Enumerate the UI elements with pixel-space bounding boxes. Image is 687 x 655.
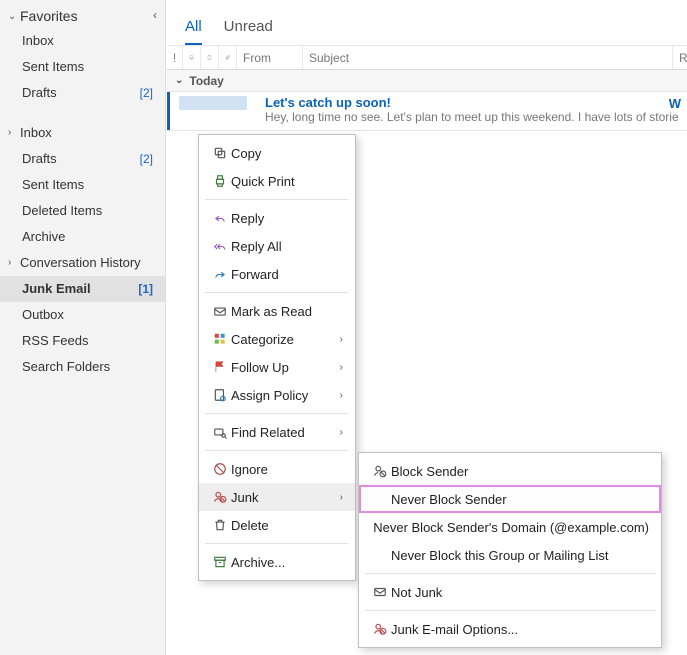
- context-menu-message: Copy Quick Print Reply Reply All Forward…: [198, 134, 356, 581]
- collapse-sidebar-icon[interactable]: ‹: [153, 8, 157, 22]
- reply-icon: [209, 211, 231, 225]
- ctx-copy[interactable]: Copy: [199, 139, 355, 167]
- col-reminder[interactable]: [183, 46, 201, 69]
- chevron-down-icon: ⌄: [175, 75, 183, 86]
- ctx-never-block-domain[interactable]: Never Block Sender's Domain (@example.co…: [359, 513, 661, 541]
- find-related-icon: [209, 425, 231, 439]
- folder-sent-fav[interactable]: Sent Items: [0, 54, 165, 80]
- folder-outbox[interactable]: Outbox: [0, 302, 165, 328]
- separator: [205, 199, 349, 200]
- folder-inbox[interactable]: › Inbox: [0, 120, 165, 146]
- importance-icon: !: [173, 51, 176, 65]
- ctx-never-block-sender[interactable]: Never Block Sender: [359, 485, 661, 513]
- chevron-right-icon: ›: [8, 124, 20, 142]
- folder-inbox-fav[interactable]: Inbox: [0, 28, 165, 54]
- junk-icon: [209, 490, 231, 504]
- delete-icon: [209, 518, 231, 532]
- chevron-right-icon: ›: [340, 390, 343, 401]
- chevron-right-icon: ›: [340, 492, 343, 503]
- folder-archive[interactable]: Archive: [0, 224, 165, 250]
- chevron-down-icon: ⌄: [8, 11, 20, 22]
- folder-drafts-fav[interactable]: Drafts [2]: [0, 80, 165, 106]
- ctx-forward[interactable]: Forward: [199, 260, 355, 288]
- message-subject: Let's catch up soon!: [265, 95, 679, 110]
- separator: [205, 450, 349, 451]
- col-attachment[interactable]: [219, 46, 237, 69]
- ctx-find-related[interactable]: Find Related ›: [199, 418, 355, 446]
- separator: [205, 543, 349, 544]
- folder-junk-email[interactable]: Junk Email [1]: [0, 276, 165, 302]
- ctx-block-sender[interactable]: Block Sender: [359, 457, 661, 485]
- folder-sidebar: ‹ ⌄ Favorites Inbox Sent Items Drafts [2…: [0, 0, 166, 655]
- favorites-list: Inbox Sent Items Drafts [2]: [0, 28, 165, 114]
- ignore-icon: [209, 462, 231, 476]
- not-junk-icon: [369, 585, 391, 599]
- ctx-mark-read[interactable]: Mark as Read: [199, 297, 355, 325]
- sender-redacted: [179, 96, 247, 110]
- archive-icon: [209, 555, 231, 569]
- ctx-archive[interactable]: Archive...: [199, 548, 355, 576]
- ctx-junk-options[interactable]: Junk E-mail Options...: [359, 615, 661, 643]
- ctx-reply[interactable]: Reply: [199, 204, 355, 232]
- ctx-junk[interactable]: Junk ›: [199, 483, 355, 511]
- reply-all-icon: [209, 239, 231, 253]
- col-from[interactable]: From: [237, 46, 303, 69]
- paperclip-icon: [225, 52, 230, 63]
- favorites-header[interactable]: ⌄ Favorites: [0, 0, 165, 28]
- forward-icon: [209, 267, 231, 281]
- message-row[interactable]: Let's catch up soon! W Hey, long time no…: [167, 92, 687, 131]
- copy-icon: [209, 146, 231, 160]
- flag-icon: [207, 52, 212, 63]
- group-label: Today: [189, 74, 223, 88]
- categorize-icon: [209, 332, 231, 346]
- ctx-reply-all[interactable]: Reply All: [199, 232, 355, 260]
- separator: [205, 292, 349, 293]
- group-today[interactable]: ⌄ Today: [167, 70, 687, 92]
- folder-conversation-history[interactable]: › Conversation History: [0, 250, 165, 276]
- ctx-categorize[interactable]: Categorize ›: [199, 325, 355, 353]
- ctx-never-block-group[interactable]: Never Block this Group or Mailing List: [359, 541, 661, 569]
- col-received[interactable]: R: [673, 46, 687, 69]
- message-preview: Hey, long time no see. Let's plan to mee…: [265, 110, 679, 124]
- tab-all[interactable]: All: [185, 18, 202, 45]
- favorites-label: Favorites: [20, 8, 78, 24]
- column-header-row: ! From Subject R: [167, 46, 687, 70]
- flag-icon: [209, 360, 231, 374]
- print-icon: [209, 174, 231, 188]
- mark-read-icon: [209, 304, 231, 318]
- chevron-right-icon: ›: [340, 334, 343, 345]
- block-sender-icon: [369, 464, 391, 478]
- separator: [365, 610, 655, 611]
- chevron-right-icon: ›: [340, 427, 343, 438]
- message-received: W: [669, 96, 681, 111]
- ctx-not-junk[interactable]: Not Junk: [359, 578, 661, 606]
- col-flag[interactable]: [201, 46, 219, 69]
- policy-icon: [209, 388, 231, 402]
- ctx-follow-up[interactable]: Follow Up ›: [199, 353, 355, 381]
- tab-unread[interactable]: Unread: [224, 18, 273, 45]
- col-importance[interactable]: !: [167, 46, 183, 69]
- col-subject[interactable]: Subject: [303, 46, 673, 69]
- folder-deleted[interactable]: Deleted Items: [0, 198, 165, 224]
- chevron-right-icon: ›: [8, 254, 20, 272]
- context-menu-junk: Block Sender Never Block Sender Never Bl…: [358, 452, 662, 648]
- ctx-assign-policy[interactable]: Assign Policy ›: [199, 381, 355, 409]
- separator: [365, 573, 655, 574]
- junk-options-icon: [369, 622, 391, 636]
- chevron-right-icon: ›: [340, 362, 343, 373]
- folder-sent[interactable]: Sent Items: [0, 172, 165, 198]
- folder-rss[interactable]: RSS Feeds: [0, 328, 165, 354]
- bell-icon: [189, 52, 194, 63]
- folder-tree: › Inbox Drafts [2] Sent Items Deleted It…: [0, 114, 165, 388]
- ctx-ignore[interactable]: Ignore: [199, 455, 355, 483]
- folder-drafts[interactable]: Drafts [2]: [0, 146, 165, 172]
- ctx-delete[interactable]: Delete: [199, 511, 355, 539]
- ctx-quick-print[interactable]: Quick Print: [199, 167, 355, 195]
- separator: [205, 413, 349, 414]
- filter-tabs: All Unread: [167, 0, 687, 46]
- folder-search-folders[interactable]: Search Folders: [0, 354, 165, 380]
